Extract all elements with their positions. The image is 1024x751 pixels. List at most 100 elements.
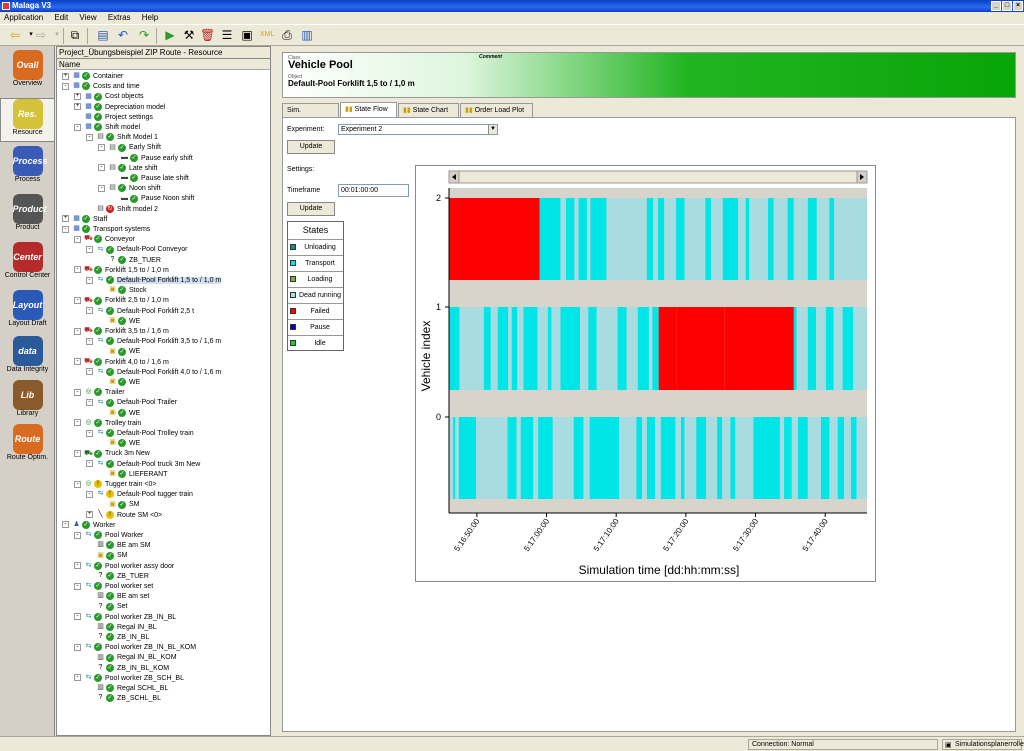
window-list-icon[interactable]: ▤: [96, 28, 110, 42]
sidebar-item-route-optim[interactable]: Route Route Optim.: [0, 424, 55, 468]
collapse-icon[interactable]: -: [74, 266, 81, 274]
sidebar-item-control-center[interactable]: Center Control Center: [0, 242, 55, 286]
tree-item-pool-worker-zb-sch-bl[interactable]: - ⇆ ✓ Pool worker ZB_SCH_BL: [74, 673, 184, 684]
collapse-icon[interactable]: -: [86, 490, 93, 498]
tree-item-worker[interactable]: - ♟ ✓ Worker: [62, 520, 115, 531]
expand-icon[interactable]: +: [62, 215, 69, 223]
delete-icon[interactable]: 🗑: [200, 28, 215, 42]
tree-item-shift-model-2[interactable]: ▤ ↻ Shift model 2: [86, 204, 158, 215]
collapse-icon[interactable]: -: [74, 297, 81, 305]
tree-item-pool-worker-zb-in-bl[interactable]: - ⇆ ✓ Pool worker ZB_IN_BL: [74, 612, 176, 623]
save-icon[interactable]: ▣: [240, 28, 254, 42]
collapse-icon[interactable]: -: [86, 399, 93, 407]
xml-icon[interactable]: XML: [260, 28, 274, 42]
sidebar-item-overview[interactable]: Ovall Overview: [0, 50, 55, 94]
sidebar-item-process[interactable]: Process Process: [0, 146, 55, 190]
tree-item-container[interactable]: + ▦ ✓ Container: [62, 72, 123, 82]
collapse-icon[interactable]: -: [74, 327, 81, 335]
chevron-down-icon[interactable]: ▼: [488, 125, 497, 134]
tree-item-route-sm-0[interactable]: + ╲! Route SM <0>: [86, 510, 162, 521]
tree-item-regal-in-bl-kom[interactable]: ▥ ✓ Regal IN_BL_KOM: [86, 653, 177, 663]
forward-arrow-icon[interactable]: ⇨: [34, 28, 48, 42]
tree-item-we[interactable]: ▣ ✓ WE: [98, 347, 140, 357]
tree-item-we[interactable]: ▣ ✓ WE: [98, 439, 140, 449]
tree-item-regal-in-bl[interactable]: ▥ ✓ Regal IN_BL: [86, 622, 157, 633]
collapse-icon[interactable]: -: [98, 184, 105, 192]
tree-item-set[interactable]: ? ✓ Set: [86, 602, 128, 612]
collapse-icon[interactable]: -: [74, 643, 81, 651]
tree-item-default-pool-forklift-4-0-to-1-6-m[interactable]: - ⇆ ✓ Default-Pool Forklift 4,0 to / 1,6 m: [86, 367, 221, 378]
tree-item-project-settings[interactable]: ▦ ✓ Project settings: [74, 112, 153, 123]
collapse-icon[interactable]: -: [86, 246, 93, 254]
tree-item-cost-objects[interactable]: + ▦ ✓ Cost objects: [74, 92, 144, 102]
tree-item-pool-worker-assy-door[interactable]: - ⇆ ✓ Pool worker assy door: [74, 561, 174, 572]
collapse-icon[interactable]: -: [98, 164, 105, 172]
menu-application[interactable]: Application: [4, 13, 43, 22]
collapse-icon[interactable]: -: [74, 480, 81, 488]
main-vertical-scrollbar[interactable]: [1018, 46, 1024, 736]
collapse-icon[interactable]: -: [74, 235, 81, 243]
maximize-button[interactable]: □: [1002, 1, 1012, 11]
print-icon[interactable]: ⎙: [280, 28, 294, 42]
tree-item-pause-late-shift[interactable]: ▬ ✓ Pause late shift: [110, 174, 189, 184]
tree-column-header[interactable]: Name: [57, 59, 270, 70]
expand-icon[interactable]: +: [86, 511, 93, 519]
tree-item-default-pool-forklift-2-5-t[interactable]: - ⇆ ✓ Default-Pool Forklift 2,5 t: [86, 306, 194, 317]
menu-edit[interactable]: Edit: [54, 13, 68, 22]
sidebar-item-data-integrity[interactable]: data Data Integrity: [0, 336, 55, 380]
minimize-button[interactable]: _: [991, 1, 1001, 11]
collapse-icon[interactable]: -: [86, 276, 93, 284]
tree-item-default-pool-trolley-train[interactable]: - ⇆ ✓ Default-Pool Trolley train: [86, 429, 194, 439]
tree-item-zb-schl-bl[interactable]: ? ✓ ZB_SCHL_BL: [86, 694, 161, 704]
tree-item-trolley-train[interactable]: - ◎ ✓ Trolley train: [74, 418, 141, 429]
collapse-icon[interactable]: -: [74, 358, 81, 366]
list-icon[interactable]: ☰: [220, 28, 234, 42]
collapse-icon[interactable]: -: [74, 613, 81, 621]
tab-order-load-plot[interactable]: ▮▮ Order Load Plot: [460, 103, 533, 117]
tree-item-default-pool-forklift-1-5-to-1-0-m[interactable]: - ⇆ ✓ Default-Pool Forklift 1,5 to / 1,0 m: [86, 276, 222, 286]
tree-item-zb-in-bl[interactable]: ? ✓ ZB_IN_BL: [86, 633, 149, 643]
tree-item-default-pool-tugger-train[interactable]: - ⇆! Default-Pool tugger train: [86, 490, 193, 500]
tree-item-be-am-sm[interactable]: ▥ ✓ BE am SM: [86, 541, 150, 551]
redo-icon[interactable]: ↷: [137, 28, 151, 42]
collapse-icon[interactable]: -: [86, 429, 93, 437]
tree-item-be-am-set[interactable]: ▥ ✓ BE am set: [86, 592, 149, 602]
collapse-icon[interactable]: -: [74, 674, 81, 682]
tree-item-early-shift[interactable]: - ▤ ✓ Early Shift: [98, 143, 161, 153]
tree-item-depreciation-model[interactable]: + ▦ ✓ Depreciation model: [74, 102, 165, 113]
tree-item-zb-in-bl-kom[interactable]: ? ✓ ZB_IN_BL_KOM: [86, 663, 169, 674]
sidebar-item-library[interactable]: Lib Library: [0, 380, 55, 424]
tree-item-zb-tuer[interactable]: ? ✓ ZB_TUER: [86, 571, 149, 582]
tree-item-regal-schl-bl[interactable]: ▥ ✓ Regal SCHL_BL: [86, 684, 168, 694]
tool-icon[interactable]: ⚒: [182, 28, 196, 42]
tree-item-conveyor[interactable]: - ⛟ ✓ Conveyor: [74, 235, 135, 245]
tree-item-forklift-4-0-to-1-6-m[interactable]: - ⛟ ✓ Forklift 4,0 to / 1,6 m: [74, 357, 169, 368]
collapse-icon[interactable]: -: [62, 521, 69, 529]
collapse-icon[interactable]: -: [86, 133, 93, 141]
collapse-icon[interactable]: -: [74, 419, 81, 427]
tree-item-pool-worker-zb-in-bl-kom[interactable]: - ⇆ ✓ Pool worker ZB_IN_BL_KOM: [74, 643, 196, 653]
collapse-icon[interactable]: -: [86, 337, 93, 345]
tree-item-transport-systems[interactable]: - ▦ ✓ Transport systems: [62, 225, 150, 235]
chart-horizontal-scrollbar[interactable]: [448, 170, 868, 184]
tree-item-sm[interactable]: ▣ ✓ SM: [86, 551, 128, 561]
sidebar-item-resource[interactable]: Res. Resource: [0, 98, 55, 142]
collapse-icon[interactable]: -: [62, 82, 69, 90]
window-icon[interactable]: ⧉: [68, 28, 82, 42]
timeframe-input[interactable]: 00:01:00:00: [338, 184, 409, 197]
update-button-timeframe[interactable]: Update: [287, 202, 335, 216]
tree-item-staff[interactable]: + ▦ ✓ Staff: [62, 214, 107, 225]
tree-item-we[interactable]: ▣ ✓ WE: [98, 316, 140, 327]
sidebar-item-layout-draft[interactable]: Layout Layout Draft: [0, 290, 55, 334]
collapse-icon[interactable]: -: [74, 531, 81, 539]
export-icon[interactable]: ▥: [300, 28, 314, 42]
tree-item-pool-worker[interactable]: - ⇆ ✓ Pool Worker: [74, 531, 143, 541]
tree-item-forklift-2-5-to-1-0-m[interactable]: - ⛟ ✓ Forklift 2,5 to / 1,0 m: [74, 296, 169, 306]
collapse-icon[interactable]: -: [74, 562, 81, 570]
collapse-icon[interactable]: -: [98, 144, 105, 152]
collapse-icon[interactable]: -: [74, 123, 81, 131]
menu-extras[interactable]: Extras: [108, 13, 131, 22]
tree-item-pause-early-shift[interactable]: ▬ ✓ Pause early shift: [110, 153, 193, 164]
tree-item-trailer[interactable]: - ◎ ✓ Trailer: [74, 388, 125, 398]
forward-dropdown-icon[interactable]: ▾: [50, 28, 64, 42]
